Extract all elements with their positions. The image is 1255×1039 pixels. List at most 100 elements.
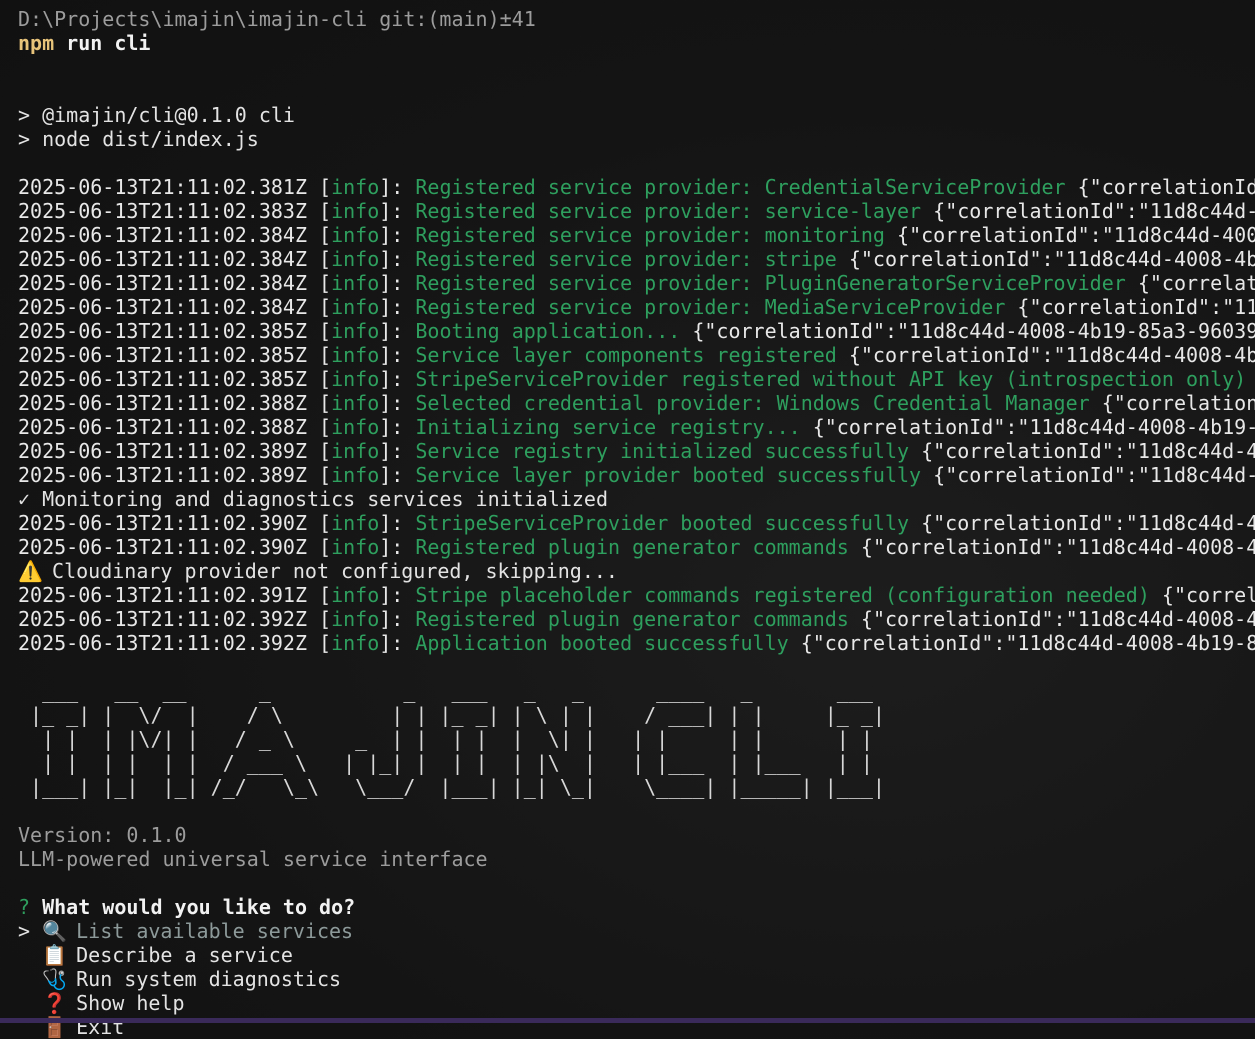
window-bottom-border [0, 1018, 1255, 1023]
menu-pointer [18, 967, 30, 991]
log-line: 2025-06-13T21:11:02.390Z [info]: StripeS… [18, 511, 1255, 535]
menu-item-label: Show help [76, 991, 185, 1015]
log-line: 2025-06-13T21:11:02.381Z [info]: Registe… [18, 175, 1255, 199]
log-json: { [1246, 367, 1255, 391]
command-args: run cli [54, 31, 151, 55]
prompt-path: D:\Projects\imajin\imajin-cli git:(main)… [18, 7, 536, 31]
log-message: Application booted successfully [415, 631, 789, 655]
magnifier-icon: 🔍 [42, 919, 67, 943]
log-timestamp: 2025-06-13T21:11:02.381Z [18, 175, 307, 199]
log-message: Initializing service registry... [415, 415, 801, 439]
log-json: {"correl [1149, 583, 1255, 607]
prompt-question: ? What would you like to do? [18, 895, 1255, 919]
log-message: Stripe placeholder commands registered (… [415, 583, 1150, 607]
log-message: Service registry initialized successfull… [415, 439, 910, 463]
menu-pointer [18, 991, 30, 1015]
log-timestamp: 2025-06-13T21:11:02.385Z [18, 319, 307, 343]
log-message: Registered service provider: PluginGener… [415, 271, 1126, 295]
log-message: Selected credential provider: Windows Cr… [415, 391, 1090, 415]
log-message: Registered service provider: stripe [415, 247, 837, 271]
banner-line: |___| |_| |_| /_/ \_\ \___/ |___| |_| \_… [18, 775, 885, 799]
log-line: 2025-06-13T21:11:02.392Z [info]: Applica… [18, 631, 1255, 655]
log-timestamp: 2025-06-13T21:11:02.392Z [18, 607, 307, 631]
log-line: 2025-06-13T21:11:02.389Z [info]: Service… [18, 463, 1255, 487]
npm-output-line: > @imajin/cli@0.1.0 cli [18, 103, 295, 127]
log-timestamp: 2025-06-13T21:11:02.383Z [18, 199, 307, 223]
menu-item[interactable]: 🩺 Run system diagnostics [18, 967, 1255, 991]
log-json: {"correlationId":"11d8c44d-4008-4 [848, 607, 1255, 631]
log-level: info [331, 295, 380, 319]
stethoscope-icon: 🩺 [42, 967, 67, 991]
menu-item[interactable]: ❓ Show help [18, 991, 1255, 1015]
log-level: info [331, 535, 380, 559]
log-level: info [331, 391, 380, 415]
log-json: {"correlationId":"11d8c44d-400 [884, 223, 1255, 247]
log-timestamp: 2025-06-13T21:11:02.384Z [18, 271, 307, 295]
monitor-status-line: ✓ Monitoring and diagnostics services in… [18, 487, 609, 511]
log-json: {"correlationId":"11 [1005, 295, 1255, 319]
prompt-command: npm run cli [18, 31, 1255, 55]
tagline-text: LLM-powered universal service interface [18, 847, 488, 871]
menu-pointer: > [18, 919, 31, 943]
log-json: {"correlationId":"11d8c44d-4008-4 [848, 535, 1255, 559]
log-json: {"correlationId":"11d8c44d-4008-4b [836, 247, 1255, 271]
log-timestamp: 2025-06-13T21:11:02.391Z [18, 583, 307, 607]
log-line: 2025-06-13T21:11:02.385Z [info]: Service… [18, 343, 1255, 367]
command-bin: npm [18, 31, 55, 55]
log-json: {"correlationId [1065, 175, 1255, 199]
log-json: {"correlationId":"11d8c44d-4008-4b [836, 343, 1255, 367]
log-message: Registered plugin generator commands [415, 535, 849, 559]
log-timestamp: 2025-06-13T21:11:02.388Z [18, 415, 307, 439]
log-timestamp: 2025-06-13T21:11:02.389Z [18, 439, 307, 463]
log-level: info [331, 367, 380, 391]
log-line: 2025-06-13T21:11:02.384Z [info]: Registe… [18, 247, 1255, 271]
log-level: info [331, 223, 380, 247]
log-timestamp: 2025-06-13T21:11:02.390Z [18, 535, 307, 559]
log-message: Registered service provider: CredentialS… [415, 175, 1066, 199]
log-level: info [331, 463, 380, 487]
log-message: Registered service provider: monitoring [415, 223, 885, 247]
log-level: info [331, 415, 380, 439]
warning-icon: ⚠️ [18, 559, 43, 583]
log-json: {"correlationId":"11d8c44d-4 [909, 511, 1255, 535]
menu-pointer [18, 943, 30, 967]
ascii-banner: ___ __ __ _ _ ___ _ _ ____ _ ___ |_ _| |… [18, 679, 1255, 799]
log-line: 2025-06-13T21:11:02.390Z [info]: Registe… [18, 535, 1255, 559]
log-message: Service layer provider booted successful… [415, 463, 922, 487]
log-json: {"correlationId":"11d8c44d- [921, 463, 1255, 487]
log-line: 2025-06-13T21:11:02.391Z [info]: Stripe … [18, 583, 1255, 607]
log-json: {"correlationId":"11d8c44d- [921, 199, 1255, 223]
log-line: 2025-06-13T21:11:02.388Z [info]: Selecte… [18, 391, 1255, 415]
log-message: Registered service provider: service-lay… [415, 199, 922, 223]
log-line: 2025-06-13T21:11:02.392Z [info]: Registe… [18, 607, 1255, 631]
log-line: 2025-06-13T21:11:02.383Z [info]: Registe… [18, 199, 1255, 223]
question-mark: ? [18, 895, 31, 919]
banner-line: | | | | | | / ___ \ | |_| | | | | |\ | |… [18, 751, 885, 775]
log-message: Booting application... [415, 319, 681, 343]
log-json: {"correlation [1089, 391, 1255, 415]
log-level: info [331, 247, 380, 271]
menu-item[interactable]: > 🔍 List available services [18, 919, 1255, 943]
log-block: 2025-06-13T21:11:02.390Z [info]: StripeS… [18, 511, 1255, 559]
log-level: info [331, 439, 380, 463]
log-timestamp: 2025-06-13T21:11:02.385Z [18, 343, 307, 367]
log-message: StripeServiceProvider registered without… [415, 367, 1247, 391]
menu-item[interactable]: 📋 Describe a service [18, 943, 1255, 967]
log-level: info [331, 583, 380, 607]
log-line: 2025-06-13T21:11:02.384Z [info]: Registe… [18, 223, 1255, 247]
menu-item-label: Describe a service [76, 943, 293, 967]
warning-text: Cloudinary provider not configured, skip… [40, 559, 618, 583]
banner-line: | | | |\/| | / _ \ _ | | | | | \| | | | … [18, 727, 885, 751]
npm-output-line: > node dist/index.js [18, 127, 259, 151]
log-timestamp: 2025-06-13T21:11:02.384Z [18, 223, 307, 247]
log-level: info [331, 511, 380, 535]
log-level: info [331, 343, 380, 367]
menu-item-label: Run system diagnostics [76, 967, 342, 991]
log-line: 2025-06-13T21:11:02.388Z [info]: Initial… [18, 415, 1255, 439]
question-icon: ❓ [42, 991, 67, 1015]
terminal-output: D:\Projects\imajin\imajin-cli git:(main)… [18, 7, 1255, 1039]
log-timestamp: 2025-06-13T21:11:02.390Z [18, 511, 307, 535]
